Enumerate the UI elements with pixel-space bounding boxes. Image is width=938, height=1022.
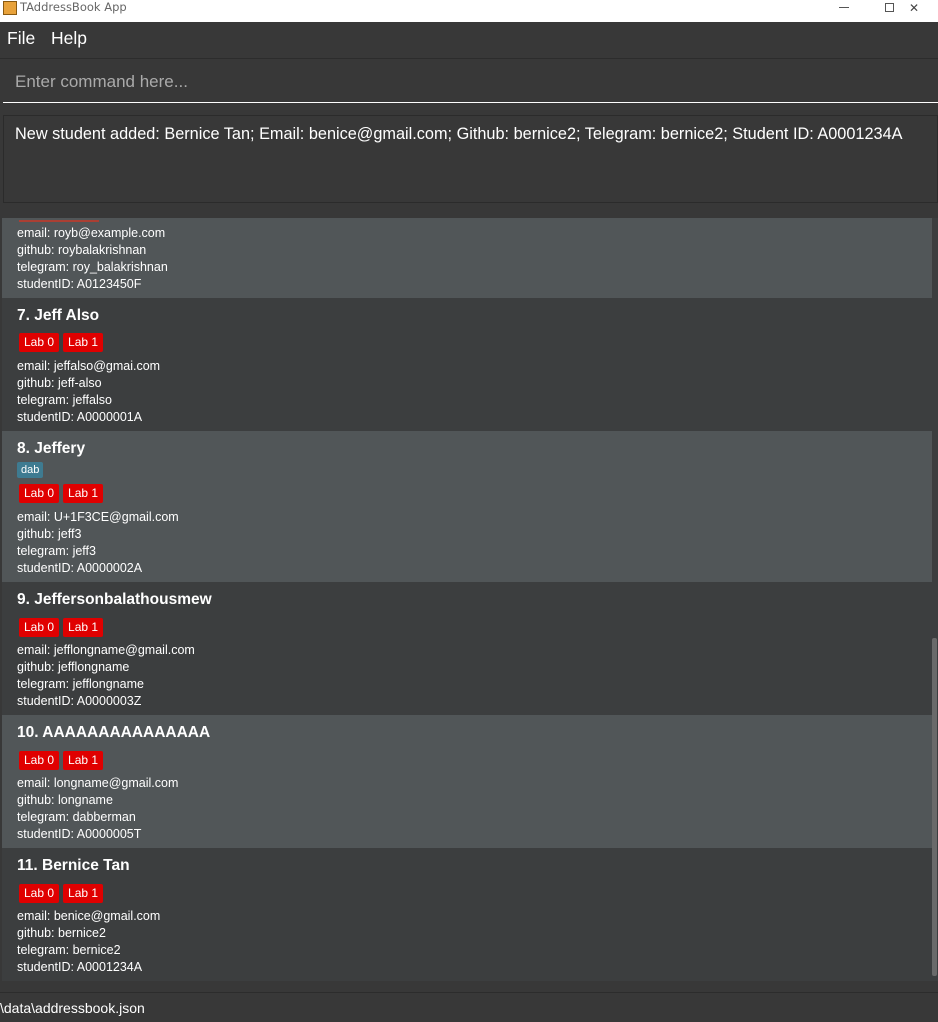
app-icon (3, 1, 17, 15)
lab-tag-row: Lab 0 Lab 1 (19, 333, 104, 352)
student-github: github: roybalakrishnan (17, 243, 147, 257)
minimize-icon (839, 7, 849, 8)
lab-tag-row: Lab 0 Lab 1 (19, 884, 104, 903)
student-name: 8. Jeffery (17, 440, 86, 457)
student-id: studentID: A0000005T (17, 827, 142, 841)
student-id: studentID: A0000002A (17, 561, 143, 575)
lab-tag: Lab 0 (19, 333, 60, 352)
minimize-button[interactable] (824, 0, 864, 15)
menu-file[interactable]: File (7, 28, 35, 49)
student-name: 7. Jeff Also (17, 307, 100, 324)
student-id: studentID: A0000001A (17, 410, 143, 424)
student-github: github: jeff3 (17, 527, 82, 541)
lab-tag-row: Lab 0 Lab 1 (19, 484, 104, 503)
command-input[interactable] (3, 62, 938, 102)
student-name: 11. Bernice Tan (17, 857, 130, 874)
lab-tag-row: Lab 0 Lab 1 (19, 618, 104, 637)
student-card[interactable]: 9. Jeffersonbalathousmew Lab 0 Lab 1 ema… (2, 582, 932, 715)
lab-tag: Lab 1 (63, 484, 104, 503)
status-bar: \data\addressbook.json (0, 992, 938, 1022)
student-github: github: bernice2 (17, 926, 106, 940)
command-box (3, 62, 938, 103)
student-card[interactable]: 7. Jeff Also Lab 0 Lab 1 email: jeffalso… (2, 298, 932, 431)
student-telegram: telegram: dabberman (17, 810, 136, 824)
student-github: github: jeff-also (17, 376, 102, 390)
student-github: github: jefflongname (17, 660, 130, 674)
student-github: github: longname (17, 793, 113, 807)
maximize-icon (884, 3, 894, 12)
student-card[interactable]: 10. AAAAAAAAAAAAAAA Lab 0 Lab 1 email: l… (2, 715, 932, 848)
student-card[interactable]: 11. Bernice Tan Lab 0 Lab 1 email: benic… (2, 848, 932, 981)
result-display: New student added: Bernice Tan; Email: b… (3, 115, 938, 203)
close-button[interactable]: ✕ (894, 0, 934, 15)
menu-help[interactable]: Help (51, 28, 87, 49)
lab-tag: Lab 1 (63, 751, 104, 770)
lab-tag: Lab 0 (19, 618, 60, 637)
student-email: email: U+1F3CE@gmail.com (17, 510, 179, 524)
save-location: \data\addressbook.json (0, 1000, 145, 1016)
student-email: email: royb@example.com (17, 226, 166, 240)
lab-tag: Lab 1 (63, 884, 104, 903)
menu-bar: File Help (0, 22, 938, 59)
lab-tag: Lab 0 (19, 484, 60, 503)
result-text: New student added: Bernice Tan; Email: b… (15, 125, 903, 143)
student-id: studentID: A0000003Z (17, 694, 142, 708)
student-telegram: telegram: jeff3 (17, 544, 96, 558)
student-list[interactable]: email: royb@example.com github: roybalak… (2, 218, 938, 981)
student-email: email: benice@gmail.com (17, 909, 161, 923)
student-id: studentID: A0001234A (17, 960, 143, 974)
student-email: email: jeffalso@gmai.com (17, 359, 161, 373)
window-title: TAddressBook App (20, 0, 127, 14)
student-card[interactable]: 8. Jeffery dab Lab 0 Lab 1 email: U+1F3C… (2, 431, 932, 582)
lab-tag-row: Lab 0 Lab 1 (19, 751, 104, 770)
student-name: 10. AAAAAAAAAAAAAAA (17, 724, 211, 741)
lab-tag: Lab 1 (63, 333, 104, 352)
lab-tag: Lab 0 (19, 751, 60, 770)
custom-tag: dab (17, 462, 44, 478)
lab-tag: Lab 1 (63, 618, 104, 637)
student-telegram: telegram: bernice2 (17, 943, 121, 957)
student-email: email: longname@gmail.com (17, 776, 179, 790)
student-card[interactable]: email: royb@example.com github: roybalak… (2, 218, 932, 298)
student-telegram: telegram: jeffalso (17, 393, 112, 407)
student-telegram: telegram: roy_balakrishnan (17, 260, 168, 274)
student-name: 9. Jeffersonbalathousmew (17, 591, 212, 608)
student-telegram: telegram: jefflongname (17, 677, 144, 691)
title-bar: TAddressBook App ✕ (0, 0, 938, 22)
lab-tag: Lab 0 (19, 884, 60, 903)
list-scrollbar[interactable] (932, 638, 937, 976)
clipped-tag (19, 218, 99, 222)
student-id: studentID: A0123450F (17, 277, 142, 291)
student-email: email: jefflongname@gmail.com (17, 643, 195, 657)
